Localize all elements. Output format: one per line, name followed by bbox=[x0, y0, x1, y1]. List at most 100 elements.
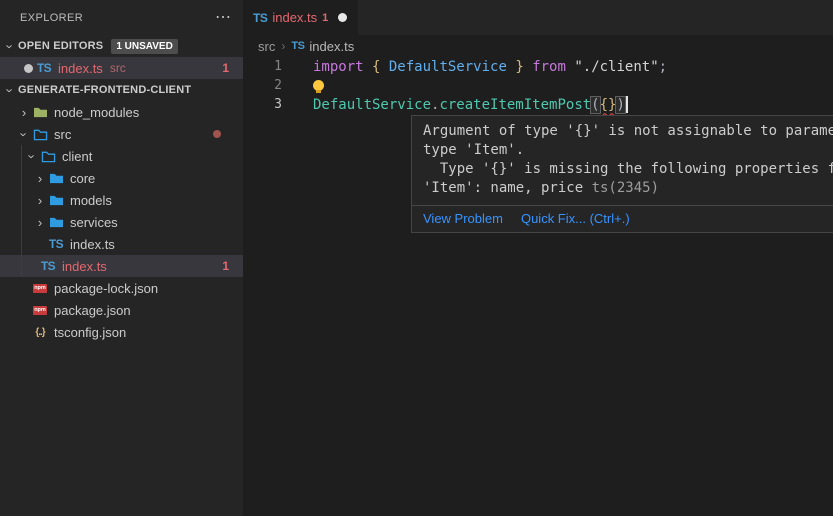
tree-item-client-index-ts[interactable]: TS index.ts bbox=[0, 233, 243, 255]
tree-item-package-json[interactable]: npm package.json bbox=[0, 299, 243, 321]
tree-item-src-index-ts-selected[interactable]: TS index.ts 1 bbox=[0, 255, 243, 277]
token-close-brace: } bbox=[507, 59, 532, 75]
line-number: 2 bbox=[243, 78, 313, 93]
code-line-2: 2 bbox=[243, 76, 833, 95]
folder-open-icon bbox=[40, 148, 56, 164]
tree-item-label: tsconfig.json bbox=[54, 325, 126, 340]
tree-item-models[interactable]: › models bbox=[0, 189, 243, 211]
folder-icon bbox=[32, 104, 48, 120]
editor-area: TS index.ts 1 src › TS index.ts 1 import… bbox=[243, 0, 833, 516]
token-module-string: "./client" bbox=[574, 59, 658, 75]
token-from-keyword: from bbox=[532, 59, 574, 75]
typescript-file-icon: TS bbox=[36, 60, 52, 76]
breadcrumb: src › TS index.ts bbox=[243, 35, 833, 57]
error-message-line: Type '{}' is missing the following prope… bbox=[423, 160, 833, 179]
typescript-file-icon: TS bbox=[253, 11, 267, 25]
error-count-badge: 1 bbox=[222, 61, 229, 75]
tree-item-tsconfig-json[interactable]: {..} tsconfig.json bbox=[0, 321, 243, 343]
open-editor-file-label: index.ts bbox=[58, 61, 103, 76]
explorer-title: EXPLORER bbox=[20, 12, 83, 24]
token-open-paren: ( bbox=[591, 97, 599, 113]
chevron-down-icon: › bbox=[24, 149, 40, 164]
typescript-file-icon: TS bbox=[291, 40, 304, 52]
token-dot: . bbox=[431, 97, 439, 113]
tree-item-label: client bbox=[62, 149, 92, 164]
lightbulb-icon[interactable] bbox=[313, 80, 324, 91]
tree-indent-guide bbox=[21, 145, 22, 277]
chevron-down-icon: › bbox=[16, 127, 32, 142]
error-code-ref: ts(2345) bbox=[592, 180, 659, 196]
token-default-service: DefaultService bbox=[389, 59, 507, 75]
explorer-sidebar: EXPLORER ⋯ › OPEN EDITORS 1 UNSAVED TS i… bbox=[0, 0, 243, 516]
tree-item-label: models bbox=[70, 193, 112, 208]
error-count-badge: 1 bbox=[222, 259, 229, 273]
folder-icon bbox=[48, 214, 64, 230]
json-braces-icon: {..} bbox=[32, 324, 48, 340]
error-message-line: Argument of type '{}' is not assignable … bbox=[423, 122, 833, 141]
breadcrumb-file[interactable]: index.ts bbox=[309, 39, 354, 54]
open-editor-file-desc: src bbox=[110, 61, 126, 75]
tree-item-node-modules[interactable]: › node_modules bbox=[0, 101, 243, 123]
tree-item-label: node_modules bbox=[54, 105, 139, 120]
tree-item-label: package.json bbox=[54, 303, 131, 318]
tree-item-client[interactable]: › client bbox=[0, 145, 243, 167]
unsaved-dot-icon[interactable] bbox=[338, 13, 347, 22]
tree-item-src[interactable]: › src bbox=[0, 123, 243, 145]
folder-icon bbox=[48, 192, 64, 208]
vscode-window: EXPLORER ⋯ › OPEN EDITORS 1 UNSAVED TS i… bbox=[0, 0, 833, 516]
typescript-file-icon: TS bbox=[48, 236, 64, 252]
error-message-line: type 'Item'. bbox=[423, 141, 833, 160]
tree-item-label: index.ts bbox=[70, 237, 115, 252]
token-import-keyword: import bbox=[313, 59, 372, 75]
view-problem-link[interactable]: View Problem bbox=[423, 211, 503, 226]
code-area[interactable]: 1 import { DefaultService } from "./clie… bbox=[243, 57, 833, 114]
folder-open-icon bbox=[32, 126, 48, 142]
quick-fix-link[interactable]: Quick Fix... (Ctrl+.) bbox=[521, 211, 630, 226]
tab-strip: TS index.ts 1 bbox=[243, 0, 833, 35]
tab-error-count: 1 bbox=[322, 12, 328, 24]
tab-file-label: index.ts bbox=[272, 10, 317, 25]
project-section-label: GENERATE-FRONTEND-CLIENT bbox=[18, 84, 191, 96]
chevron-right-icon: › bbox=[32, 171, 48, 186]
npm-icon: npm bbox=[32, 280, 48, 296]
typescript-file-icon: TS bbox=[40, 258, 56, 274]
tree-item-core[interactable]: › core bbox=[0, 167, 243, 189]
open-editors-header[interactable]: › OPEN EDITORS 1 UNSAVED bbox=[0, 35, 243, 57]
line-number-active: 3 bbox=[243, 97, 313, 112]
tree-item-label: core bbox=[70, 171, 95, 186]
token-semicolon: ; bbox=[659, 59, 667, 75]
tab-index-ts[interactable]: TS index.ts 1 bbox=[243, 0, 358, 35]
tree-item-label: src bbox=[54, 127, 71, 142]
token-close-paren: ) bbox=[616, 97, 624, 113]
modified-dot-icon bbox=[20, 64, 36, 73]
text-cursor bbox=[626, 96, 628, 113]
unsaved-badge: 1 UNSAVED bbox=[111, 39, 178, 54]
error-message: Argument of type '{}' is not assignable … bbox=[412, 116, 833, 205]
error-hover-tooltip: Argument of type '{}' is not assignable … bbox=[411, 115, 833, 233]
breadcrumb-folder[interactable]: src bbox=[258, 39, 275, 54]
tree-item-package-lock-json[interactable]: npm package-lock.json bbox=[0, 277, 243, 299]
chevron-down-icon: › bbox=[3, 39, 18, 54]
token-open-brace: { bbox=[372, 59, 389, 75]
ellipsis-icon[interactable]: ⋯ bbox=[215, 10, 231, 26]
modified-folder-dot-icon bbox=[213, 130, 221, 138]
chevron-right-icon: › bbox=[16, 105, 32, 120]
chevron-right-icon: › bbox=[32, 215, 48, 230]
error-message-line: 'Item': name, price ts(2345) bbox=[423, 179, 833, 198]
open-editors-label: OPEN EDITORS bbox=[18, 40, 103, 52]
token-empty-object-error: {} bbox=[600, 97, 617, 113]
breadcrumb-separator-icon: › bbox=[281, 39, 285, 53]
code-line-1: 1 import { DefaultService } from "./clie… bbox=[243, 57, 833, 76]
line-number: 1 bbox=[243, 59, 313, 74]
tree-item-label: services bbox=[70, 215, 118, 230]
chevron-right-icon: › bbox=[32, 193, 48, 208]
tree-item-label: index.ts bbox=[62, 259, 107, 274]
project-section-header[interactable]: › GENERATE-FRONTEND-CLIENT bbox=[0, 79, 243, 101]
code-line-3: 3 DefaultService . createItemItemPost ( … bbox=[243, 95, 833, 114]
token-default-service: DefaultService bbox=[313, 97, 431, 113]
open-editor-item-index-ts[interactable]: TS index.ts src 1 bbox=[0, 57, 243, 79]
chevron-down-icon: › bbox=[3, 83, 18, 98]
error-hover-actions: View Problem Quick Fix... (Ctrl+.) bbox=[412, 205, 833, 232]
tree-item-services[interactable]: › services bbox=[0, 211, 243, 233]
tree-item-label: package-lock.json bbox=[54, 281, 158, 296]
